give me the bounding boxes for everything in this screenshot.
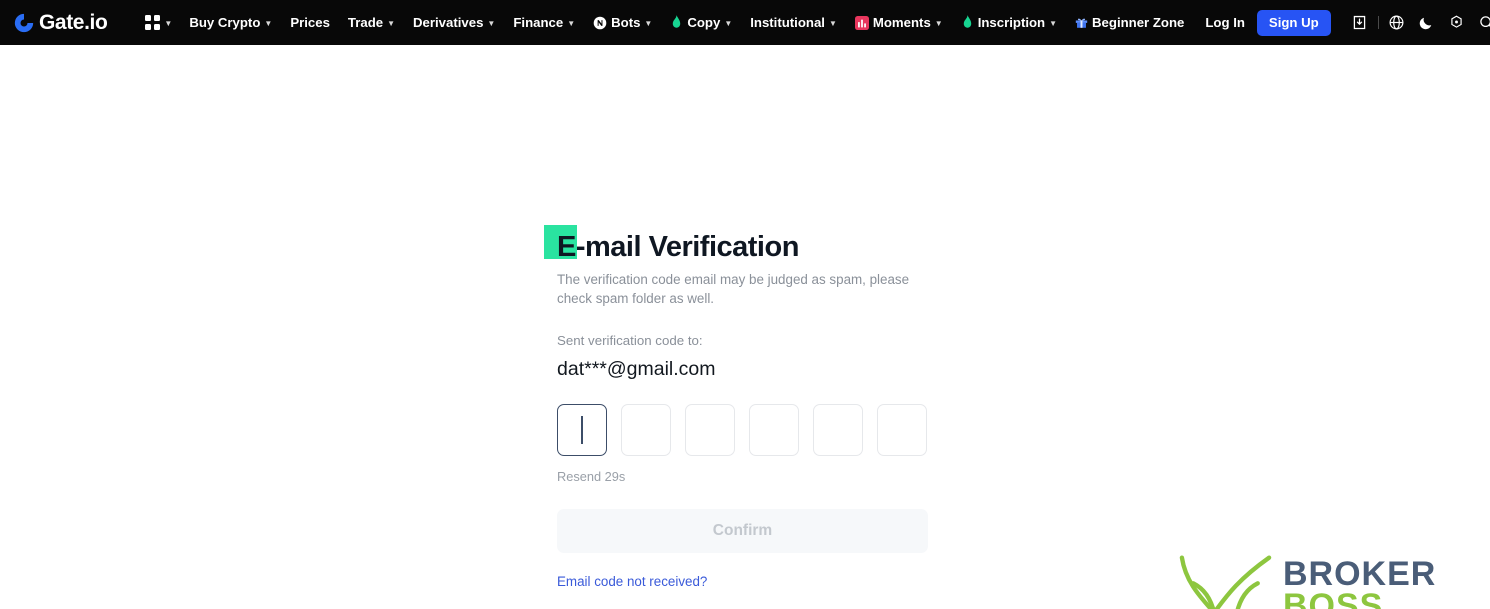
otp-digit-3[interactable] <box>685 403 735 456</box>
wheat-sprout-icon <box>1178 552 1273 609</box>
chevron-down-icon: ▼ <box>164 18 173 28</box>
chevron-down-icon: ▼ <box>934 18 943 28</box>
chevron-down-icon: ▼ <box>387 18 396 28</box>
spam-notice-text: The verification code email may be judge… <box>557 272 910 306</box>
sent-to-label: Sent verification code to: <box>557 333 703 348</box>
nav-label: Bots <box>611 14 641 30</box>
bots-badge-icon <box>593 16 607 30</box>
brokerboss-watermark: BROKER BOSS <box>1178 543 1468 609</box>
chevron-down-icon: ▼ <box>1049 18 1058 28</box>
nav-label: Beginner Zone <box>1092 14 1185 30</box>
confirm-button[interactable]: Confirm <box>557 508 928 553</box>
nav-label: Buy Crypto <box>189 14 261 30</box>
brokerboss-wordmark: BROKER BOSS <box>1283 554 1437 609</box>
resend-countdown[interactable]: Resend 29s <box>557 470 929 484</box>
otp-digit-2[interactable] <box>621 403 671 456</box>
nav-label: Trade <box>347 14 384 30</box>
globe-icon[interactable] <box>1382 8 1412 38</box>
chevron-down-icon: ▼ <box>567 18 576 28</box>
chevron-down-icon: ▼ <box>644 18 653 28</box>
gate-logo-icon <box>13 12 35 34</box>
login-button[interactable]: Log In <box>1193 15 1257 30</box>
masked-email-value: dat***@gmail.com <box>557 358 716 381</box>
bar-chart-icon <box>854 15 869 30</box>
chevron-down-icon: ▼ <box>487 18 496 28</box>
otp-code-input-group[interactable] <box>557 403 929 456</box>
nav-label: Institutional <box>750 14 825 30</box>
email-code-not-received-link[interactable]: Email code not received? <box>557 574 707 588</box>
nav-label: Moments <box>872 14 931 30</box>
chevron-down-icon: ▼ <box>264 18 273 28</box>
nav-item-finance[interactable]: Finance ▼ <box>504 0 584 45</box>
nav-label: Derivatives <box>413 14 484 30</box>
chevron-down-icon: ▼ <box>828 18 837 28</box>
nav-divider <box>1377 16 1379 29</box>
nav-right-cluster: Log In Sign Up <box>1193 8 1490 38</box>
gate-logo-text: Gate.io <box>39 11 108 34</box>
nav-item-institutional[interactable]: Institutional ▼ <box>741 0 846 45</box>
main-content: E-mail Verification The verification cod… <box>0 45 1490 609</box>
nav-item-trade[interactable]: Trade ▼ <box>339 0 404 45</box>
email-verification-panel: E-mail Verification The verification cod… <box>544 185 929 591</box>
download-icon[interactable] <box>1345 8 1375 38</box>
watermark-line-1: BROKER <box>1283 554 1437 593</box>
nav-item-bots[interactable]: Bots ▼ <box>584 0 661 45</box>
nav-item-copy[interactable]: Copy ▼ <box>661 0 741 45</box>
moon-icon[interactable] <box>1412 8 1442 38</box>
gate-logo[interactable]: Gate.io <box>13 11 108 34</box>
page-title: E-mail Verification <box>557 231 799 263</box>
otp-digit-5[interactable] <box>813 403 863 456</box>
nav-label: Copy <box>687 14 721 30</box>
top-navigation-bar: Gate.io Exchange Web3 ▼ Buy Crypto ▼ Pri… <box>0 0 1490 45</box>
signup-button[interactable]: Sign Up <box>1256 9 1331 36</box>
nav-item-moments[interactable]: Moments ▼ <box>846 0 952 45</box>
title-row: E-mail Verification <box>544 185 929 262</box>
chevron-down-icon: ▼ <box>724 18 733 28</box>
flame-icon <box>961 15 974 30</box>
primary-nav-items: ▼ Buy Crypto ▼ Prices Trade ▼ Derivative… <box>137 0 1193 45</box>
gift-icon <box>1075 16 1088 29</box>
nav-item-beginner-zone[interactable]: Beginner Zone <box>1066 0 1193 45</box>
nav-label: Prices <box>290 14 330 30</box>
watermark-line-2: BOSS <box>1283 586 1384 609</box>
settings-hex-icon[interactable] <box>1442 8 1472 38</box>
otp-digit-1[interactable] <box>557 403 607 456</box>
text-cursor <box>581 415 583 444</box>
flame-icon <box>670 15 683 30</box>
otp-digit-4[interactable] <box>749 403 799 456</box>
nav-item-apps[interactable]: ▼ <box>137 0 180 45</box>
nav-label: Finance <box>513 14 564 30</box>
nav-item-inscription[interactable]: Inscription ▼ <box>952 0 1066 45</box>
nav-item-buy-crypto[interactable]: Buy Crypto ▼ <box>180 0 281 45</box>
search-icon[interactable] <box>1472 8 1490 38</box>
apps-grid-icon <box>145 15 161 30</box>
nav-label: Inscription <box>977 14 1046 30</box>
otp-digit-6[interactable] <box>877 403 927 456</box>
nav-item-derivatives[interactable]: Derivatives ▼ <box>404 0 504 45</box>
nav-item-prices[interactable]: Prices <box>281 0 339 45</box>
